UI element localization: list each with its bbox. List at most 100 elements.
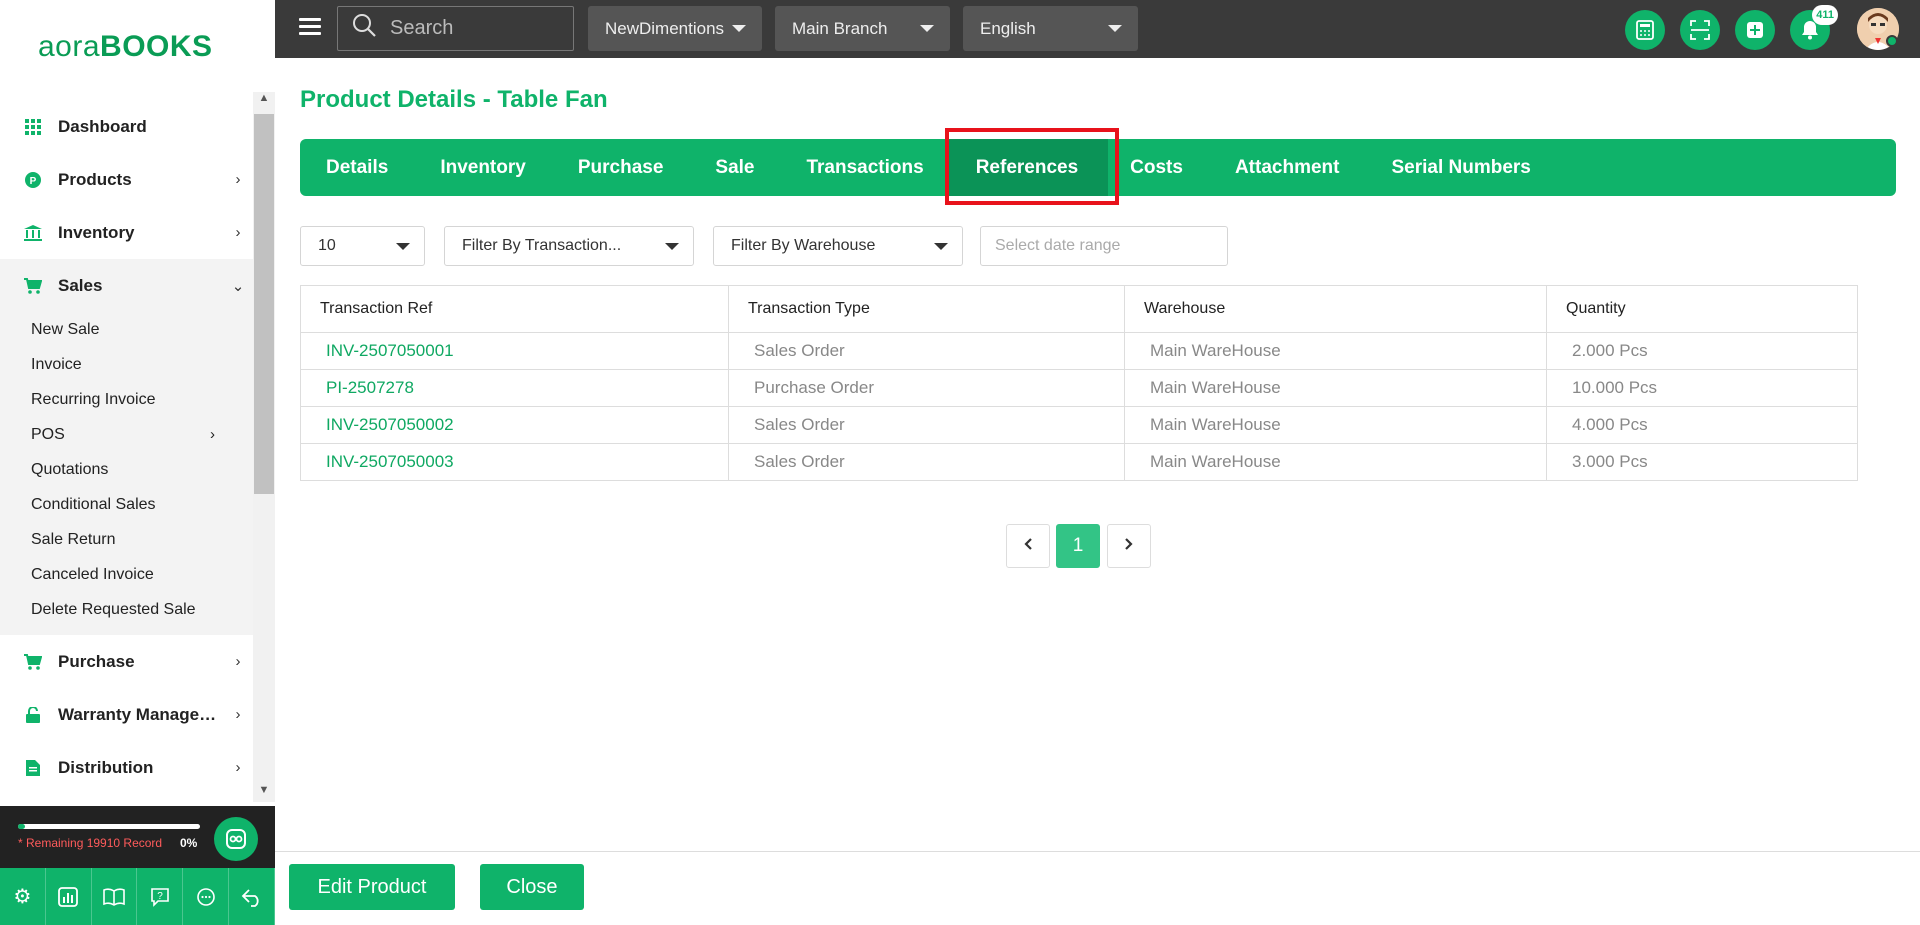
- column-header-warehouse[interactable]: Warehouse: [1124, 285, 1547, 333]
- tab-details[interactable]: Details: [326, 139, 388, 196]
- language-select[interactable]: English: [963, 6, 1138, 51]
- transaction-filter-value: Filter By Transaction...: [462, 237, 622, 254]
- page-size-select[interactable]: 10: [300, 226, 425, 266]
- sidebar-sub-conditional-sales[interactable]: Conditional Sales: [0, 487, 253, 522]
- help-icon[interactable]: ?: [137, 868, 184, 925]
- company-select-value: NewDimentions: [605, 18, 725, 38]
- cart-icon: [24, 277, 42, 295]
- quantity-cell: 10.000 Pcs: [1546, 369, 1858, 407]
- search-input[interactable]: [390, 17, 560, 40]
- chevron-right-icon: [1124, 537, 1134, 555]
- sidebar-item-purchase[interactable]: Purchase ›: [0, 635, 253, 688]
- search-box[interactable]: [337, 6, 574, 51]
- sidebar-item-label: Warranty Management: [58, 704, 223, 724]
- sidebar-sub-sale-return[interactable]: Sale Return: [0, 522, 253, 557]
- sidebar-item-products[interactable]: P Products ›: [0, 153, 253, 206]
- chevron-right-icon: ›: [235, 706, 241, 723]
- sidebar-sub-pos[interactable]: POS ›: [0, 417, 253, 452]
- tab-inventory[interactable]: Inventory: [440, 139, 526, 196]
- column-header-transaction-type[interactable]: Transaction Type: [728, 285, 1125, 333]
- tab-purchase[interactable]: Purchase: [578, 139, 664, 196]
- scroll-down-icon[interactable]: ▼: [253, 784, 275, 802]
- record-progress-bar: [18, 824, 200, 829]
- scrollbar-thumb[interactable]: [254, 114, 274, 494]
- sidebar-sub-recurring-invoice[interactable]: Recurring Invoice: [0, 382, 253, 417]
- edit-product-button[interactable]: Edit Product: [289, 864, 455, 910]
- sub-item-label: Sale Return: [31, 530, 116, 548]
- company-select[interactable]: NewDimentions: [588, 6, 762, 51]
- gear-icon[interactable]: ⚙: [0, 868, 46, 925]
- sub-item-label: Delete Requested Sale: [31, 600, 196, 618]
- transaction-type-cell: Sales Order: [728, 443, 1125, 481]
- date-range-input[interactable]: [980, 226, 1228, 266]
- calculator-icon[interactable]: [1625, 10, 1665, 50]
- branch-select[interactable]: Main Branch: [775, 6, 950, 51]
- warehouse-cell: Main WareHouse: [1124, 406, 1547, 444]
- warehouse-cell: Main WareHouse: [1124, 443, 1547, 481]
- add-icon[interactable]: [1735, 10, 1775, 50]
- hamburger-menu-icon[interactable]: [299, 18, 321, 36]
- quantity-cell: 2.000 Pcs: [1546, 332, 1858, 370]
- sidebar-item-label: Distribution: [58, 757, 154, 777]
- sidebar-item-warranty-management[interactable]: Warranty Management ›: [0, 688, 253, 741]
- transaction-filter-select[interactable]: Filter By Transaction...: [444, 226, 694, 266]
- sidebar-scrollbar[interactable]: ▲ ▼: [253, 92, 275, 802]
- book-icon[interactable]: [92, 868, 138, 925]
- column-header-quantity[interactable]: Quantity: [1546, 285, 1858, 333]
- close-button[interactable]: Close: [480, 864, 584, 910]
- sidebar-sub-invoice[interactable]: Invoice: [0, 347, 253, 382]
- chat-icon[interactable]: [183, 868, 230, 925]
- remaining-records-text: * Remaining 19910 Record: [18, 836, 163, 850]
- svg-text:P: P: [30, 176, 37, 187]
- chevron-right-icon: ›: [235, 653, 241, 670]
- tab-costs[interactable]: Costs: [1130, 139, 1183, 196]
- scroll-up-icon[interactable]: ▲: [253, 92, 275, 110]
- sidebar-item-dashboard[interactable]: Dashboard: [0, 100, 253, 153]
- bank-icon: [24, 224, 42, 242]
- next-page-button[interactable]: [1107, 524, 1151, 568]
- warehouse-filter-select[interactable]: Filter By Warehouse: [713, 226, 963, 266]
- caret-down-icon: [934, 243, 948, 250]
- sidebar-item-inventory[interactable]: Inventory ›: [0, 206, 253, 259]
- app-logo[interactable]: aoraBOOKS: [38, 30, 213, 64]
- tab-transactions[interactable]: Transactions: [806, 139, 923, 196]
- product-icon: P: [24, 171, 42, 189]
- sub-item-label: Invoice: [31, 355, 82, 373]
- sidebar-sub-canceled-invoice[interactable]: Canceled Invoice: [0, 557, 253, 592]
- transaction-ref-link[interactable]: INV-2507050001: [300, 332, 729, 370]
- logo-text-left: aora: [38, 30, 101, 63]
- cart-icon: [24, 653, 42, 671]
- quantity-cell: 3.000 Pcs: [1546, 443, 1858, 481]
- page-number-button[interactable]: 1: [1056, 524, 1100, 568]
- caret-down-icon: [396, 243, 410, 250]
- sidebar-sub-new-sale[interactable]: New Sale: [0, 312, 253, 347]
- tab-serial-numbers[interactable]: Serial Numbers: [1391, 139, 1530, 196]
- notification-bell-icon[interactable]: 411: [1790, 5, 1838, 50]
- column-header-transaction-ref[interactable]: Transaction Ref: [300, 285, 729, 333]
- prev-page-button[interactable]: [1006, 524, 1050, 568]
- table-row: INV-2507050003 Sales Order Main WareHous…: [300, 443, 1858, 481]
- scan-icon[interactable]: [1680, 10, 1720, 50]
- transaction-ref-link[interactable]: INV-2507050003: [300, 443, 729, 481]
- warehouse-cell: Main WareHouse: [1124, 332, 1547, 370]
- undo-icon[interactable]: [229, 868, 275, 925]
- page-size-value: 10: [318, 237, 336, 254]
- sidebar-footer: * Remaining 19910 Record 0% ⚙ ?: [0, 806, 275, 925]
- sidebar-item-distribution[interactable]: Distribution ›: [0, 741, 253, 794]
- report-chart-icon[interactable]: [46, 868, 92, 925]
- sub-item-label: New Sale: [31, 320, 100, 338]
- tab-sale[interactable]: Sale: [715, 139, 754, 196]
- tab-attachment[interactable]: Attachment: [1235, 139, 1340, 196]
- footer-action-bar: Edit Product Close: [275, 851, 1920, 925]
- sidebar-sub-delete-requested-sale[interactable]: Delete Requested Sale: [0, 592, 253, 627]
- logo-text-right: BOOKS: [100, 30, 213, 63]
- table-row: INV-2507050001 Sales Order Main WareHous…: [300, 332, 1858, 370]
- transaction-ref-link[interactable]: PI-2507278: [300, 369, 729, 407]
- transaction-ref-link[interactable]: INV-2507050002: [300, 406, 729, 444]
- sidebar-sub-quotations[interactable]: Quotations: [0, 452, 253, 487]
- sub-item-label: Quotations: [31, 460, 109, 478]
- online-status-dot: [1886, 35, 1898, 47]
- sync-icon[interactable]: [214, 817, 258, 861]
- sidebar-item-sales[interactable]: Sales ⌄: [0, 259, 253, 312]
- quantity-cell: 4.000 Pcs: [1546, 406, 1858, 444]
